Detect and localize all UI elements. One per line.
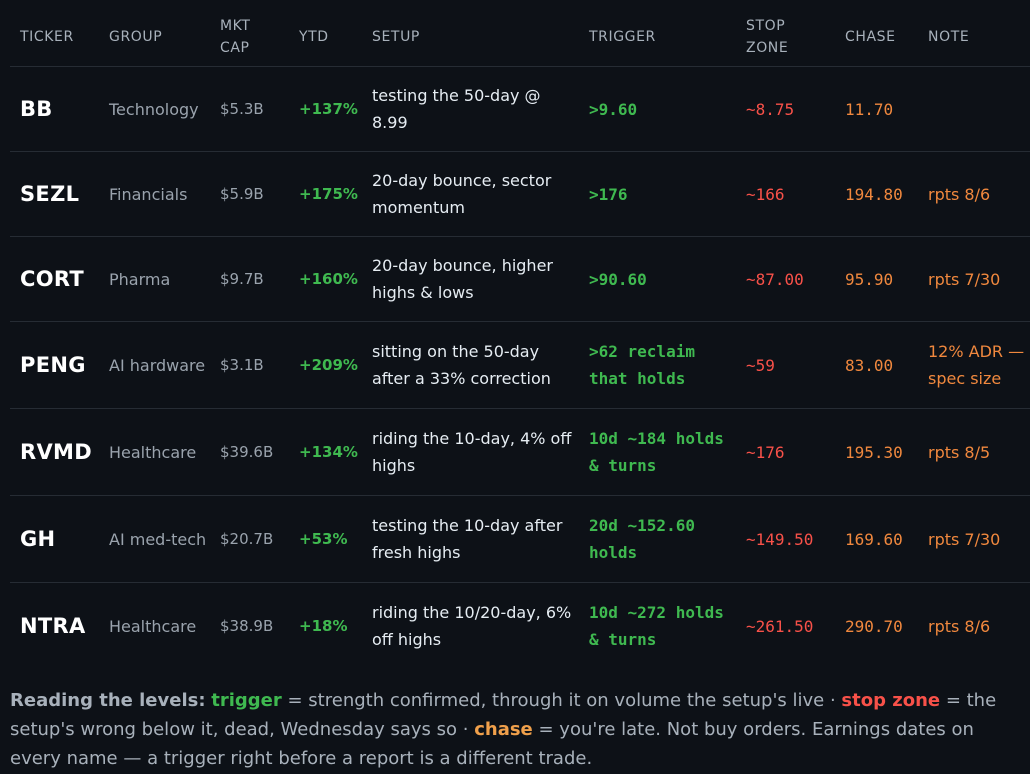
header-chase: CHASE: [835, 8, 918, 67]
setup-cell: riding the 10-day, 4% off highs: [362, 408, 579, 496]
setup-cell: testing the 10-day after fresh highs: [362, 495, 579, 583]
ticker-cell: PENG: [10, 321, 99, 409]
chase-cell: 194.80: [835, 151, 918, 237]
table-row: GH AI med-tech $20.7B +53% testing the 1…: [10, 495, 1030, 583]
ytd-cell: +53%: [289, 495, 362, 583]
header-stop-line2: ZONE: [746, 40, 789, 56]
legend-trigger-key: trigger: [211, 690, 282, 711]
ytd-cell: +18%: [299, 616, 348, 635]
trigger-cell: >9.60: [579, 66, 736, 152]
header-mktcap: MKT CAP: [210, 8, 289, 67]
mktcap-cell: $9.7B: [210, 236, 289, 322]
note-cell: rpts 8/6: [928, 616, 991, 636]
header-ticker: TICKER: [10, 8, 99, 67]
note-cell: [918, 66, 1030, 152]
table-header-row: TICKER GROUP MKT CAP YTD SETUP TRIGGER ST…: [10, 8, 1030, 67]
mktcap-cell: $39.6B: [210, 408, 289, 496]
legend-chase-key: chase: [474, 719, 533, 740]
note-cell: rpts 7/30: [918, 236, 1030, 322]
ticker-cell: NTRA: [20, 613, 86, 638]
mktcap-cell: $20.7B: [210, 495, 289, 583]
header-group: GROUP: [99, 8, 210, 67]
setup-cell: 20-day bounce, higher highs & lows: [362, 236, 579, 322]
table-row: CORT Pharma $9.7B +160% 20-day bounce, h…: [10, 236, 1030, 322]
watchlist-table: TICKER GROUP MKT CAP YTD SETUP TRIGGER ST…: [10, 8, 1030, 670]
trigger-cell: >176: [579, 151, 736, 237]
group-cell: Healthcare: [99, 408, 210, 496]
stop-zone-cell: ~59: [736, 321, 835, 409]
note-cell: rpts 8/5: [918, 408, 1030, 496]
group-cell: Technology: [99, 66, 210, 152]
group-cell: Pharma: [99, 236, 210, 322]
group-cell: AI med-tech: [99, 495, 210, 583]
mktcap-cell: $3.1B: [210, 321, 289, 409]
group-cell: AI hardware: [99, 321, 210, 409]
trigger-cell: 10d ~272 holds & turns: [589, 603, 724, 650]
ytd-cell: +175%: [289, 151, 362, 237]
stop-zone-cell: ~87.00: [736, 236, 835, 322]
stop-zone-cell: ~176: [736, 408, 835, 496]
ytd-cell: +134%: [289, 408, 362, 496]
header-mktcap-line1: MKT: [220, 18, 251, 34]
ticker-cell: SEZL: [10, 151, 99, 237]
trigger-cell: 10d ~184 holds & turns: [579, 408, 736, 496]
mktcap-cell: $5.9B: [210, 151, 289, 237]
stop-zone-cell: ~166: [736, 151, 835, 237]
trigger-cell: >90.60: [579, 236, 736, 322]
stop-zone-cell: ~8.75: [736, 66, 835, 152]
group-cell: Healthcare: [109, 616, 197, 636]
header-mktcap-line2: CAP: [220, 40, 250, 56]
setup-cell: 20-day bounce, sector momentum: [362, 151, 579, 237]
chase-cell: 169.60: [835, 495, 918, 583]
legend-heading: Reading the levels:: [10, 690, 206, 711]
header-note: NOTE: [918, 8, 1030, 67]
group-cell: Financials: [99, 151, 210, 237]
note-cell: rpts 7/30: [918, 495, 1030, 583]
ticker-cell: CORT: [10, 236, 99, 322]
table-row: RVMD Healthcare $39.6B +134% riding the …: [10, 408, 1030, 496]
ytd-cell: +209%: [289, 321, 362, 409]
chase-cell: 95.90: [835, 236, 918, 322]
ticker-cell: GH: [10, 495, 99, 583]
note-cell: rpts 8/6: [918, 151, 1030, 237]
header-trigger: TRIGGER: [579, 8, 736, 67]
stop-zone-cell: ~149.50: [736, 495, 835, 583]
mktcap-cell: $5.3B: [210, 66, 289, 152]
trigger-cell: 20d ~152.60 holds: [579, 495, 736, 583]
ticker-cell: RVMD: [10, 408, 99, 496]
ytd-cell: +160%: [289, 236, 362, 322]
header-stop-line1: STOP: [746, 18, 786, 34]
chase-cell: 195.30: [835, 408, 918, 496]
setup-cell: testing the 50-day @ 8.99: [362, 66, 579, 152]
ticker-cell: BB: [10, 66, 99, 152]
setup-cell: sitting on the 50-day after a 33% correc…: [362, 321, 579, 409]
table-row: SEZL Financials $5.9B +175% 20-day bounc…: [10, 151, 1030, 237]
table-row: BB Technology $5.3B +137% testing the 50…: [10, 66, 1030, 152]
mktcap-cell: $38.9B: [220, 616, 274, 635]
ytd-cell: +137%: [289, 66, 362, 152]
setup-cell: riding the 10/20-day, 6% off highs: [372, 603, 572, 650]
chase-cell: 290.70: [845, 616, 903, 636]
legend-trigger-text: = strength confirmed, through it on volu…: [281, 690, 842, 711]
header-stop-zone: STOP ZONE: [736, 8, 835, 67]
header-ytd: YTD: [289, 8, 362, 67]
table-row: PENG AI hardware $3.1B +209% sitting on …: [10, 321, 1030, 409]
levels-legend: Reading the levels: trigger = strength c…: [10, 686, 1020, 773]
table-row: NTRA Healthcare $38.9B +18% riding the 1…: [10, 583, 1030, 670]
header-setup: SETUP: [362, 8, 579, 67]
legend-stop-key: stop zone: [841, 690, 941, 711]
note-cell: 12% ADR — spec size: [918, 321, 1030, 409]
stop-zone-cell: ~261.50: [746, 616, 814, 636]
trigger-cell: >62 reclaim that holds: [579, 321, 736, 409]
chase-cell: 83.00: [835, 321, 918, 409]
chase-cell: 11.70: [835, 66, 918, 152]
